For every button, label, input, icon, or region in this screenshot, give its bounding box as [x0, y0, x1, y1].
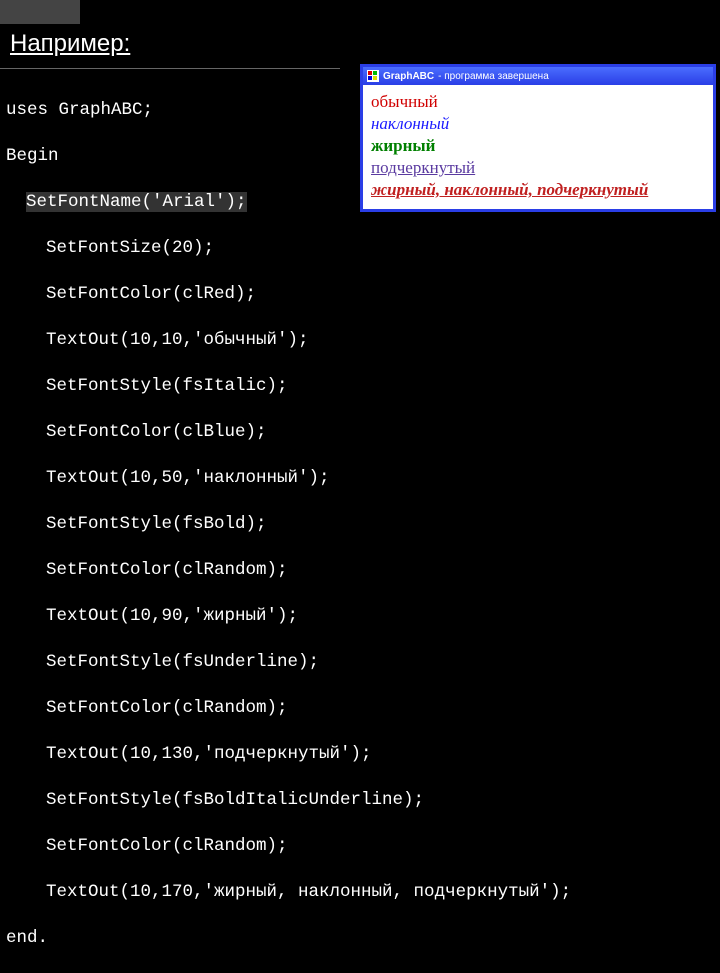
code-line: TextOut(10,170,'жирный, наклонный, подче… [6, 881, 571, 904]
output-body: обычный наклонный жирный подчеркнутый жи… [363, 85, 713, 209]
window-title-status: - программа завершена [438, 71, 549, 82]
app-icon [367, 70, 379, 82]
output-row-underline: подчеркнутый [371, 157, 705, 179]
code-line: TextOut(10,130,'подчеркнутый'); [6, 743, 571, 766]
code-line: SetFontStyle(fsBoldItalicUnderline); [6, 789, 571, 812]
code-line: SetFontStyle(fsBold); [6, 513, 571, 536]
code-line: SetFontColor(clRandom); [6, 835, 571, 858]
output-row-bold-italic-underline: жирный, наклонный, подчеркнутый [371, 179, 705, 201]
corner-block [0, 0, 80, 24]
window-titlebar: GraphABC - программа завершена [363, 67, 713, 85]
code-line: TextOut(10,90,'жирный'); [6, 605, 571, 628]
code-line: SetFontStyle(fsItalic); [6, 375, 571, 398]
output-row-bold: жирный [371, 135, 705, 157]
heading-rule [0, 68, 340, 69]
output-window: GraphABC - программа завершена обычный н… [360, 64, 716, 212]
window-title-app: GraphABC [383, 71, 434, 82]
code-line: SetFontColor(clRandom); [6, 559, 571, 582]
code-line: end. [6, 927, 571, 950]
code-line: SetFontColor(clRandom); [6, 697, 571, 720]
output-row-normal: обычный [371, 91, 705, 113]
code-line: TextOut(10,50,'наклонный'); [6, 467, 571, 490]
output-row-italic: наклонный [371, 113, 705, 135]
code-line: SetFontColor(clBlue); [6, 421, 571, 444]
code-line: TextOut(10,10,'обычный'); [6, 329, 571, 352]
code-line: SetFontSize(20); [6, 237, 571, 260]
code-line: SetFontColor(clRed); [6, 283, 571, 306]
example-heading: Например: [10, 30, 130, 58]
code-line: SetFontStyle(fsUnderline); [6, 651, 571, 674]
